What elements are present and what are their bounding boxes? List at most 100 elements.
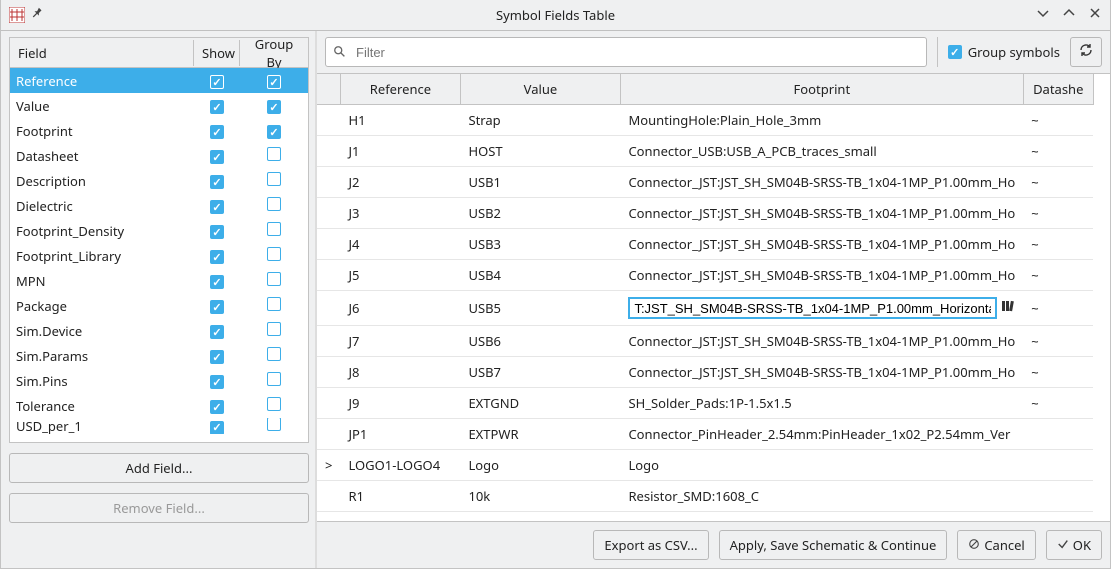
- show-checkbox[interactable]: [210, 375, 224, 389]
- field-row[interactable]: Footprint: [10, 118, 308, 143]
- cell-footprint[interactable]: SH_Solder_Pads:1P-1.5x1.5: [620, 388, 1023, 419]
- export-csv-button[interactable]: Export as CSV...: [593, 530, 708, 560]
- groupby-checkbox[interactable]: [267, 397, 281, 411]
- groupby-checkbox[interactable]: [267, 172, 281, 186]
- cell-datasheet[interactable]: ~: [1023, 357, 1093, 388]
- grid-header-reference[interactable]: Reference: [340, 74, 460, 105]
- groupby-checkbox[interactable]: [267, 222, 281, 236]
- cell-value[interactable]: USB1: [460, 167, 620, 198]
- show-checkbox[interactable]: [210, 100, 224, 114]
- grid-header-datasheet[interactable]: Datashe: [1023, 74, 1093, 105]
- cell-datasheet[interactable]: ~: [1023, 229, 1093, 260]
- cell-footprint[interactable]: Connector_USB:USB_A_PCB_traces_small: [620, 136, 1023, 167]
- groupby-checkbox[interactable]: [267, 147, 281, 161]
- table-row[interactable]: J4USB3Connector_JST:JST_SH_SM04B-SRSS-TB…: [317, 229, 1093, 260]
- refresh-button[interactable]: [1070, 37, 1102, 67]
- cell-datasheet[interactable]: ~: [1023, 260, 1093, 291]
- cell-reference[interactable]: J4: [340, 229, 460, 260]
- groupby-checkbox[interactable]: [267, 125, 281, 139]
- cell-value[interactable]: HOST: [460, 136, 620, 167]
- table-row[interactable]: H1StrapMountingHole:Plain_Hole_3mm~: [317, 105, 1093, 136]
- cell-reference[interactable]: LOGO1-LOGO4: [340, 450, 460, 481]
- cell-reference[interactable]: J1: [340, 136, 460, 167]
- cell-datasheet[interactable]: [1023, 450, 1093, 481]
- table-row[interactable]: J8USB7Connector_JST:JST_SH_SM04B-SRSS-TB…: [317, 357, 1093, 388]
- cell-datasheet[interactable]: [1023, 481, 1093, 512]
- table-row[interactable]: J2USB1Connector_JST:JST_SH_SM04B-SRSS-TB…: [317, 167, 1093, 198]
- cell-value[interactable]: USB4: [460, 260, 620, 291]
- show-checkbox[interactable]: [210, 300, 224, 314]
- groupby-checkbox[interactable]: [267, 247, 281, 261]
- show-checkbox[interactable]: [210, 125, 224, 139]
- field-row[interactable]: Tolerance: [10, 393, 308, 418]
- cell-value[interactable]: EXTPWR: [460, 419, 620, 450]
- cell-datasheet[interactable]: ~: [1023, 167, 1093, 198]
- show-checkbox[interactable]: [210, 150, 224, 164]
- show-checkbox[interactable]: [210, 400, 224, 414]
- group-symbols-checkbox[interactable]: [948, 45, 962, 59]
- cell-datasheet[interactable]: [1023, 512, 1093, 522]
- cell-footprint[interactable]: Connector_JST:JST_SH_SM04B-SRSS-TB_1x04-…: [620, 260, 1023, 291]
- footprint-edit-input[interactable]: [628, 297, 997, 319]
- field-row[interactable]: Value: [10, 93, 308, 118]
- field-row[interactable]: Sim.Device: [10, 318, 308, 343]
- groupby-checkbox[interactable]: [267, 197, 281, 211]
- show-checkbox[interactable]: [210, 200, 224, 214]
- cancel-button[interactable]: Cancel: [957, 530, 1035, 560]
- table-row[interactable]: >LOGO1-LOGO4LogoLogo: [317, 450, 1093, 481]
- field-row[interactable]: Sim.Params: [10, 343, 308, 368]
- show-checkbox[interactable]: [210, 275, 224, 289]
- minimize-button[interactable]: [1036, 6, 1050, 24]
- cell-datasheet[interactable]: [1023, 419, 1093, 450]
- cell-footprint[interactable]: MountingHole:Plain_Hole_3mm: [620, 105, 1023, 136]
- cell-datasheet[interactable]: ~: [1023, 388, 1093, 419]
- groupby-checkbox[interactable]: [267, 272, 281, 286]
- cell-footprint[interactable]: Connector_JST:JST_SH_SM04B-SRSS-TB_1x04-…: [620, 198, 1023, 229]
- table-row[interactable]: J7USB6Connector_JST:JST_SH_SM04B-SRSS-TB…: [317, 326, 1093, 357]
- cell-reference[interactable]: J6: [340, 291, 460, 326]
- cell-footprint[interactable]: Logo: [620, 450, 1023, 481]
- field-row[interactable]: Description: [10, 168, 308, 193]
- cell-footprint[interactable]: Connector_JST:JST_SH_SM04B-SRSS-TB_1x04-…: [620, 326, 1023, 357]
- cell-datasheet[interactable]: ~: [1023, 291, 1093, 326]
- cell-value[interactable]: USB6: [460, 326, 620, 357]
- table-row[interactable]: >R2-R5100kResistor_SMD:1608_C: [317, 512, 1093, 522]
- cell-footprint[interactable]: Resistor_SMD:1608_C: [620, 512, 1023, 522]
- cell-footprint[interactable]: Connector_JST:JST_SH_SM04B-SRSS-TB_1x04-…: [620, 357, 1023, 388]
- cell-reference[interactable]: J8: [340, 357, 460, 388]
- group-symbols-toggle[interactable]: Group symbols: [948, 43, 1060, 61]
- filter-input[interactable]: [325, 37, 927, 67]
- library-browser-icon[interactable]: [1001, 299, 1015, 317]
- grid-header-footprint[interactable]: Footprint: [620, 74, 1023, 105]
- cell-reference[interactable]: R2-R5: [340, 512, 460, 522]
- field-row[interactable]: Sim.Pins: [10, 368, 308, 393]
- field-row[interactable]: Package: [10, 293, 308, 318]
- field-row[interactable]: Footprint_Library: [10, 243, 308, 268]
- pin-icon[interactable]: [31, 6, 45, 24]
- show-checkbox[interactable]: [210, 225, 224, 239]
- groupby-checkbox[interactable]: [267, 322, 281, 336]
- table-row[interactable]: J5USB4Connector_JST:JST_SH_SM04B-SRSS-TB…: [317, 260, 1093, 291]
- remove-field-button[interactable]: Remove Field...: [9, 493, 309, 523]
- groupby-checkbox[interactable]: [267, 297, 281, 311]
- table-row[interactable]: J1HOSTConnector_USB:USB_A_PCB_traces_sma…: [317, 136, 1093, 167]
- cell-datasheet[interactable]: ~: [1023, 105, 1093, 136]
- cell-datasheet[interactable]: ~: [1023, 136, 1093, 167]
- field-row[interactable]: MPN: [10, 268, 308, 293]
- cell-footprint[interactable]: Connector_JST:JST_SH_SM04B-SRSS-TB_1x04-…: [620, 229, 1023, 260]
- cell-footprint[interactable]: Connector_PinHeader_2.54mm:PinHeader_1x0…: [620, 419, 1023, 450]
- apply-save-button[interactable]: Apply, Save Schematic & Continue: [719, 530, 948, 560]
- cell-value[interactable]: USB7: [460, 357, 620, 388]
- table-row[interactable]: J6USB5~: [317, 291, 1093, 326]
- cell-reference[interactable]: J9: [340, 388, 460, 419]
- cell-value[interactable]: 100k: [460, 512, 620, 522]
- groupby-checkbox[interactable]: [267, 418, 281, 431]
- cell-value[interactable]: EXTGND: [460, 388, 620, 419]
- header-field[interactable]: Field: [10, 40, 194, 66]
- groupby-checkbox[interactable]: [267, 347, 281, 361]
- show-checkbox[interactable]: [210, 421, 224, 435]
- cell-footprint[interactable]: Resistor_SMD:1608_C: [620, 481, 1023, 512]
- cell-value[interactable]: Strap: [460, 105, 620, 136]
- symbol-grid[interactable]: Reference Value Footprint Datashe H1Stra…: [317, 73, 1110, 521]
- expand-toggle[interactable]: >: [317, 512, 340, 522]
